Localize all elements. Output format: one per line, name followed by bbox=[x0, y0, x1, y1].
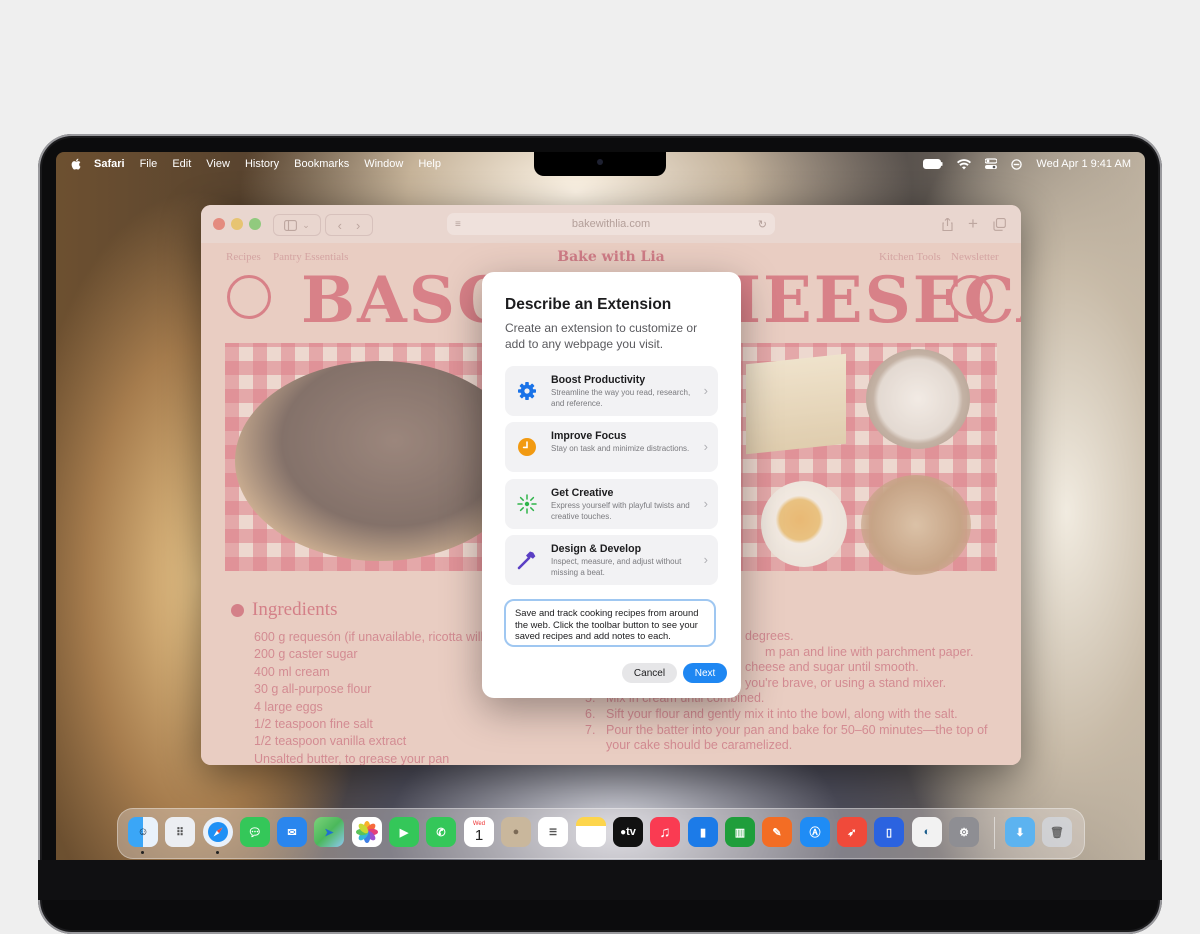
launchpad-icon[interactable]: ⠿ bbox=[165, 817, 195, 847]
simulator-icon[interactable]: ▯ bbox=[874, 817, 904, 847]
photos-icon[interactable] bbox=[352, 817, 382, 847]
camera-notch bbox=[534, 152, 666, 176]
calendar-icon[interactable]: Wed 1 bbox=[464, 817, 494, 847]
menu-view[interactable]: View bbox=[206, 158, 230, 170]
option-design-develop[interactable]: Design & Develop Inspect, measure, and a… bbox=[505, 535, 718, 585]
laptop-bottom-bezel bbox=[38, 860, 1162, 900]
chevron-right-icon: › bbox=[703, 383, 708, 398]
battery-icon[interactable] bbox=[923, 159, 943, 169]
pages-icon[interactable]: ✎ bbox=[762, 817, 792, 847]
phone-icon[interactable]: ✆ bbox=[426, 817, 456, 847]
facetime-icon[interactable]: ▶ bbox=[389, 817, 419, 847]
option-description: Streamline the way you read, research, a… bbox=[551, 388, 691, 408]
maps-icon[interactable]: ➤ bbox=[314, 817, 344, 847]
option-title: Boost Productivity bbox=[551, 374, 646, 386]
mail-icon[interactable]: ✉ bbox=[277, 817, 307, 847]
menu-history[interactable]: History bbox=[245, 158, 279, 170]
sparkle-icon bbox=[517, 494, 537, 514]
camera-icon bbox=[597, 159, 603, 165]
chevron-right-icon: › bbox=[703, 496, 708, 511]
app-store-icon[interactable]: Ⓐ bbox=[800, 817, 830, 847]
describe-extension-dialog: Describe an Extension Create an extensio… bbox=[482, 272, 741, 698]
keynote-icon[interactable]: ▮ bbox=[688, 817, 718, 847]
cancel-button[interactable]: Cancel bbox=[622, 663, 677, 683]
clock-icon bbox=[518, 438, 536, 456]
apple-logo-icon[interactable] bbox=[70, 158, 82, 170]
contacts-icon[interactable]: ● bbox=[501, 817, 531, 847]
hammer-icon bbox=[517, 551, 536, 570]
option-description: Stay on task and minimize distractions. bbox=[551, 444, 690, 453]
tv-label: tv bbox=[626, 826, 636, 838]
dialog-subtitle: Create an extension to customize or add … bbox=[505, 321, 698, 351]
option-title: Improve Focus bbox=[551, 430, 627, 442]
menu-help[interactable]: Help bbox=[418, 158, 441, 170]
focus-mode-icon[interactable] bbox=[1011, 158, 1023, 170]
dock: ☺ ⠿ 💬︎ ✉ ➤ ▶ ✆ Wed 1 ● ☰ ● tv ♫ ▮ ▥ ✎ Ⓐ ➶ … bbox=[117, 808, 1085, 859]
chevron-right-icon: › bbox=[703, 552, 708, 567]
finder-icon[interactable]: ☺ bbox=[128, 817, 158, 847]
safari-icon[interactable] bbox=[203, 817, 233, 847]
option-boost-productivity[interactable]: Boost Productivity Streamline the way yo… bbox=[505, 366, 718, 416]
running-indicator bbox=[216, 851, 219, 854]
numbers-icon[interactable]: ▥ bbox=[725, 817, 755, 847]
menu-window[interactable]: Window bbox=[364, 158, 403, 170]
wifi-icon[interactable] bbox=[957, 158, 972, 170]
reminders-icon[interactable]: ☰ bbox=[538, 817, 568, 847]
downloads-folder-icon[interactable]: ⬇ bbox=[1005, 817, 1035, 847]
rocket-icon[interactable]: ➶ bbox=[837, 817, 867, 847]
running-indicator bbox=[141, 851, 144, 854]
extension-description-input[interactable]: Save and track cooking recipes from arou… bbox=[504, 599, 716, 647]
flower-icon bbox=[356, 821, 378, 843]
menu-edit[interactable]: Edit bbox=[172, 158, 191, 170]
system-settings-icon[interactable]: ⚙ bbox=[949, 817, 979, 847]
menubar-clock[interactable]: Wed Apr 1 9:41 AM bbox=[1036, 158, 1131, 170]
instruments-icon[interactable]: ◐ bbox=[912, 817, 942, 847]
option-title: Design & Develop bbox=[551, 543, 642, 555]
gear-icon bbox=[518, 382, 536, 400]
calendar-day: 1 bbox=[474, 826, 484, 844]
next-button[interactable]: Next bbox=[683, 663, 727, 683]
option-get-creative[interactable]: Get Creative Express yourself with playf… bbox=[505, 479, 718, 529]
notes-icon[interactable] bbox=[576, 817, 606, 847]
menu-safari[interactable]: Safari bbox=[94, 158, 125, 170]
option-description: Express yourself with playful twists and… bbox=[551, 501, 690, 521]
tv-icon[interactable]: ● tv bbox=[613, 817, 643, 847]
compass-icon bbox=[208, 822, 228, 842]
menu-bookmarks[interactable]: Bookmarks bbox=[294, 158, 349, 170]
music-icon[interactable]: ♫ bbox=[650, 817, 680, 847]
dialog-title: Describe an Extension bbox=[505, 296, 672, 313]
chevron-right-icon: › bbox=[703, 439, 708, 454]
option-title: Get Creative bbox=[551, 487, 614, 499]
menu-file[interactable]: File bbox=[140, 158, 158, 170]
option-description: Inspect, measure, and adjust without mis… bbox=[551, 557, 682, 577]
messages-icon[interactable]: 💬︎ bbox=[240, 817, 270, 847]
option-improve-focus[interactable]: Improve Focus Stay on task and minimize … bbox=[505, 422, 718, 472]
dock-divider bbox=[994, 817, 995, 849]
trash-icon[interactable]: 🗑︎ bbox=[1042, 817, 1072, 847]
control-center-icon[interactable] bbox=[985, 158, 998, 170]
